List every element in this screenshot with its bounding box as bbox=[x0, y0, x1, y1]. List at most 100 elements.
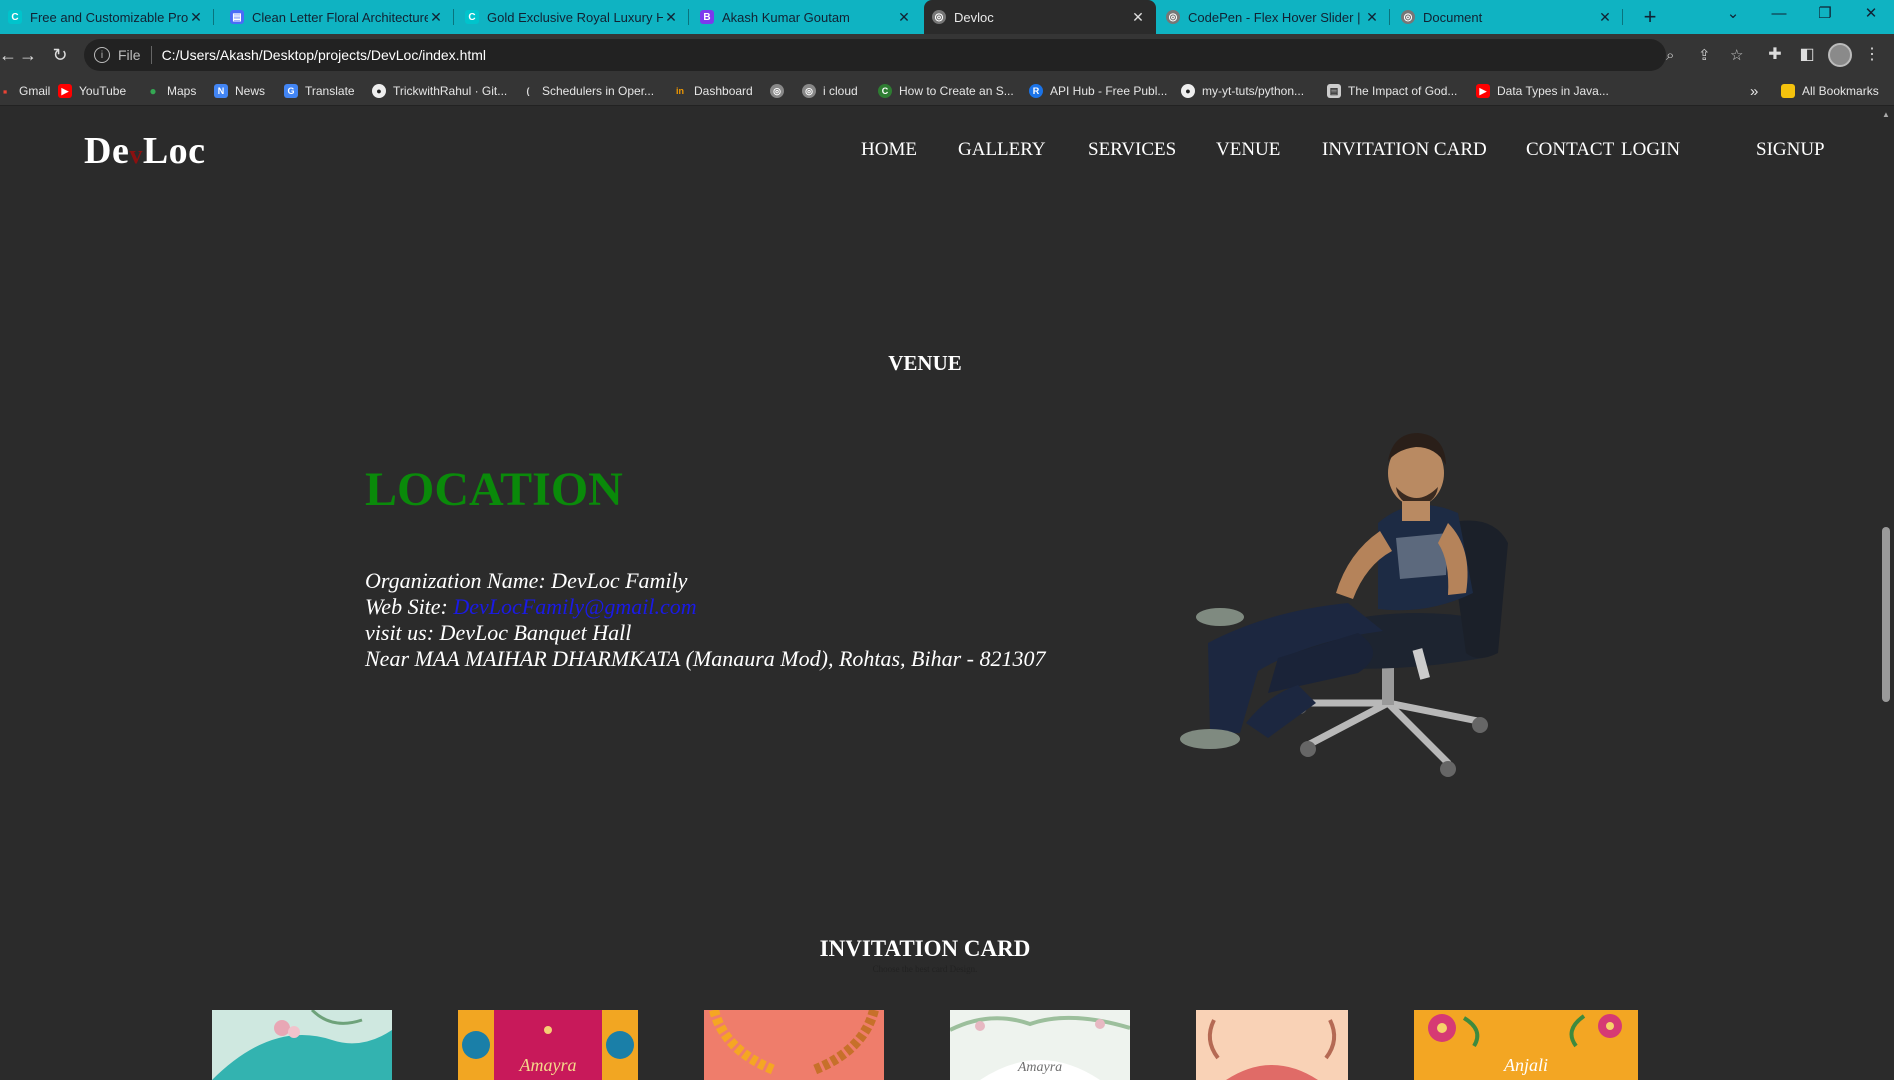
scrollbar-thumb[interactable] bbox=[1882, 527, 1890, 702]
globe-icon: ◎ bbox=[770, 84, 784, 98]
tab-codepen[interactable]: ◎ CodePen - Flex Hover Slider | H ✕ bbox=[1158, 0, 1390, 34]
nav-home[interactable]: HOME bbox=[861, 139, 917, 161]
website-line: Web Site: DevLocFamily@gmail.com bbox=[365, 594, 697, 619]
minimize-icon[interactable]: — bbox=[1756, 0, 1802, 30]
card-name-text: Amayra bbox=[1017, 1060, 1063, 1075]
canva-icon: C bbox=[465, 10, 479, 24]
document-icon: ▤ bbox=[1327, 84, 1341, 98]
file-scheme-label: File bbox=[118, 47, 141, 63]
more-bookmarks-icon[interactable]: » bbox=[1750, 82, 1758, 100]
tab-devloc[interactable]: ◎ Devloc ✕ bbox=[924, 0, 1156, 34]
bookmark-data-types-java[interactable]: ▶ Data Types in Java... bbox=[1476, 82, 1609, 100]
url-text[interactable]: C:/Users/Akash/Desktop/projects/DevLoc/i… bbox=[162, 47, 486, 63]
peach-arch-illustration bbox=[1196, 1010, 1348, 1080]
tab-title: Akash Kumar Goutam bbox=[722, 9, 850, 25]
nav-gallery[interactable]: GALLERY bbox=[958, 139, 1046, 161]
nav-signup[interactable]: SIGNUP bbox=[1756, 139, 1825, 161]
bookmark-api-hub[interactable]: R API Hub - Free Publ... bbox=[1029, 82, 1167, 100]
forward-arrow-icon[interactable]: → bbox=[16, 43, 40, 67]
organization-name: Organization Name: DevLoc Family bbox=[365, 568, 688, 593]
close-tab-icon[interactable]: ✕ bbox=[1130, 9, 1146, 26]
close-tab-icon[interactable]: ✕ bbox=[428, 9, 444, 26]
restore-icon[interactable]: ❐ bbox=[1802, 0, 1848, 30]
menu-kebab-icon[interactable]: ⋮ bbox=[1860, 43, 1884, 67]
tab-search-chevron-icon[interactable]: ⌄ bbox=[1710, 0, 1756, 30]
bookmark-star-icon[interactable]: ☆ bbox=[1730, 39, 1743, 71]
tutorial-icon: C bbox=[878, 84, 892, 98]
bookmark-gmail[interactable]: ▪ Gmail bbox=[0, 82, 51, 100]
marigold-card[interactable] bbox=[704, 1010, 884, 1080]
api-icon: R bbox=[1029, 84, 1043, 98]
globe-icon: ◎ bbox=[1166, 10, 1180, 24]
tab-akash-kumar[interactable]: B Akash Kumar Goutam ✕ bbox=[692, 0, 922, 34]
close-tab-icon[interactable]: ✕ bbox=[663, 9, 679, 26]
scroll-up-arrow-icon[interactable]: ▲ bbox=[1882, 111, 1890, 119]
zoom-icon[interactable]: ⌕ bbox=[1666, 39, 1674, 71]
bookmark-youtube[interactable]: ▶ YouTube bbox=[58, 82, 126, 100]
amayra-card[interactable]: Amayra bbox=[458, 1010, 638, 1080]
tab-title: Document bbox=[1423, 9, 1483, 25]
bookmark-translate[interactable]: G Translate bbox=[284, 82, 355, 100]
tab-free-customizable[interactable]: C Free and Customizable Professi ✕ bbox=[0, 0, 214, 34]
maps-icon: ● bbox=[149, 84, 157, 98]
globe-icon: ◎ bbox=[1401, 10, 1415, 24]
youtube-icon: ▶ bbox=[58, 84, 72, 98]
tab-document[interactable]: ◎ Document ✕ bbox=[1393, 0, 1623, 34]
card-name-text: Anjali bbox=[1504, 1055, 1548, 1075]
address-bar[interactable]: i File C:/Users/Akash/Desktop/projects/D… bbox=[84, 39, 1743, 71]
invitation-section-title: INVITATION CARD bbox=[819, 936, 1031, 961]
github-icon: ● bbox=[1181, 84, 1195, 98]
window-close-icon[interactable]: ✕ bbox=[1848, 0, 1894, 30]
bookmark-my-yt-tuts[interactable]: ● my-yt-tuts/python... bbox=[1181, 82, 1304, 100]
bookmark-news[interactable]: N News bbox=[214, 82, 265, 100]
email-link[interactable]: DevLocFamily@gmail.com bbox=[453, 594, 696, 619]
nav-contact[interactable]: CONTACT bbox=[1526, 139, 1614, 161]
white-floral-card[interactable]: Amayra bbox=[950, 1010, 1130, 1080]
nav-login[interactable]: LOGIN bbox=[1621, 139, 1680, 161]
tab-clean-letter[interactable]: ▤ Clean Letter Floral Architecture ✕ bbox=[222, 0, 454, 34]
dashboard-icon: in bbox=[676, 86, 684, 96]
info-icon[interactable]: i bbox=[94, 47, 110, 63]
side-panel-icon[interactable]: ◧ bbox=[1795, 43, 1819, 67]
bookmark-dashboard[interactable]: in Dashboard bbox=[673, 82, 753, 100]
browser-toolbar: ← → ↻ i File C:/Users/Akash/Desktop/proj… bbox=[0, 34, 1894, 76]
globe-icon: ◎ bbox=[802, 84, 816, 98]
tab-title: CodePen - Flex Hover Slider | H bbox=[1188, 9, 1364, 25]
close-tab-icon[interactable]: ✕ bbox=[188, 9, 204, 26]
article-icon: ( bbox=[526, 86, 530, 96]
teal-floral-card[interactable] bbox=[212, 1010, 392, 1080]
tab-strip: C Free and Customizable Professi ✕ ▤ Cle… bbox=[0, 0, 1894, 34]
close-tab-icon[interactable]: ✕ bbox=[1597, 9, 1613, 26]
reload-icon[interactable]: ↻ bbox=[48, 43, 72, 67]
share-icon[interactable]: ⇪ bbox=[1698, 39, 1711, 71]
tab-title: Devloc bbox=[954, 9, 994, 25]
bookmark-impact-of-god[interactable]: ▤ The Impact of God... bbox=[1327, 82, 1457, 100]
address-line: Near MAA MAIHAR DHARMKATA (Manaura Mod),… bbox=[365, 646, 1046, 671]
globe-icon: ◎ bbox=[932, 10, 946, 24]
tab-gold-exclusive[interactable]: C Gold Exclusive Royal Luxury Ho ✕ bbox=[457, 0, 689, 34]
nav-services[interactable]: SERVICES bbox=[1088, 139, 1176, 161]
all-bookmarks-button[interactable]: All Bookmarks bbox=[1781, 82, 1879, 100]
venue-section-title: VENUE bbox=[888, 351, 962, 375]
folder-icon bbox=[1781, 84, 1795, 98]
page-scrollbar[interactable]: ▲ bbox=[1878, 107, 1894, 1080]
nav-venue[interactable]: VENUE bbox=[1216, 139, 1280, 161]
bookmark-maps[interactable]: ● Maps bbox=[146, 82, 196, 100]
bookmark-how-to-create[interactable]: C How to Create an S... bbox=[878, 82, 1014, 100]
bookmark-trickwithrahul[interactable]: ● TrickwithRahul · Git... bbox=[372, 82, 507, 100]
bookmark-icloud[interactable]: ◎ i cloud bbox=[802, 82, 858, 100]
tab-title: Clean Letter Floral Architecture bbox=[252, 9, 428, 25]
site-logo[interactable]: DevLoc bbox=[84, 129, 206, 173]
anjali-card[interactable]: Anjali bbox=[1414, 1010, 1638, 1080]
bookmarks-bar: ▪ Gmail ▶ YouTube ● Maps N News G Translate ●… bbox=[0, 76, 1894, 106]
close-tab-icon[interactable]: ✕ bbox=[896, 9, 912, 26]
nav-invitation-card[interactable]: INVITATION CARD bbox=[1322, 139, 1487, 161]
profile-avatar[interactable] bbox=[1828, 43, 1852, 67]
close-tab-icon[interactable]: ✕ bbox=[1364, 9, 1380, 26]
marigold-garland-illustration bbox=[704, 1010, 884, 1080]
bookmark-globe[interactable]: ◎ bbox=[770, 82, 791, 100]
extensions-puzzle-icon[interactable]: ✚ bbox=[1763, 43, 1787, 67]
peach-arch-card[interactable] bbox=[1196, 1010, 1348, 1080]
new-tab-plus-icon[interactable]: + bbox=[1637, 4, 1663, 30]
bookmark-schedulers[interactable]: (Schedulers in Oper... bbox=[521, 82, 655, 100]
